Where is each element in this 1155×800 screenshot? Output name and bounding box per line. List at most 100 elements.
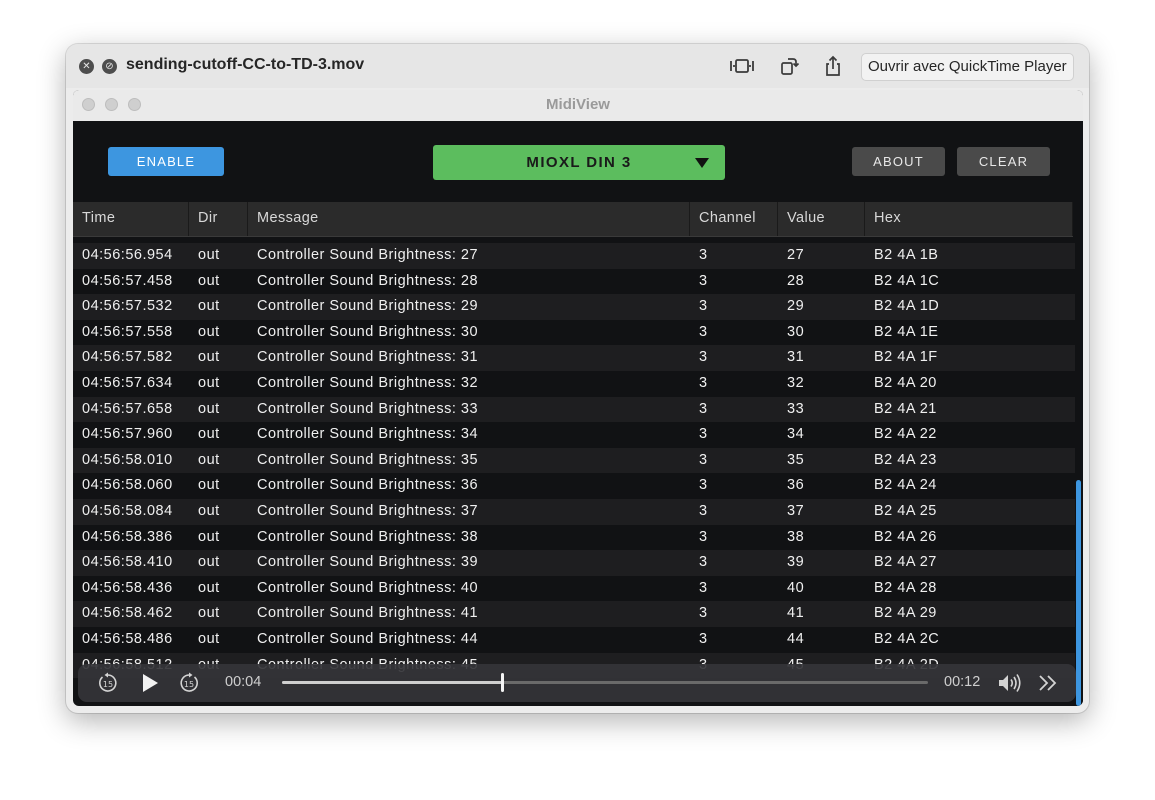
rotate-icon[interactable] [778, 55, 802, 77]
table-row[interactable]: 04:56:58.386 out Controller Sound Brightne… [73, 524, 1075, 551]
midiview-window: MidiView ENABLE MIOXL DIN 3 ABOUT CLEAR … [73, 90, 1083, 706]
table-row[interactable]: 04:56:58.084 out Controller Sound Brightne… [73, 499, 1075, 525]
about-button[interactable]: ABOUT [852, 147, 945, 176]
fast-forward-icon[interactable] [1037, 673, 1059, 698]
cell-value: 31 [787, 349, 805, 366]
cell-hex: B2 4A 26 [874, 528, 937, 545]
table-row[interactable]: 04:56:58.486 out Controller Sound Brightne… [73, 627, 1075, 653]
cell-time: 04:56:57.458 [82, 272, 173, 289]
progress-scrubber[interactable] [282, 673, 928, 692]
quicklook-titlebar: ✕ ⊘ sending-cutoff-CC-to-TD-3.mov Ouvrir… [66, 44, 1089, 88]
clear-button[interactable]: CLEAR [957, 147, 1050, 176]
progress-fill [282, 681, 502, 684]
cell-channel: 3 [699, 477, 708, 494]
column-header-value[interactable]: Value [778, 202, 865, 236]
cell-value: 34 [787, 426, 805, 443]
cell-channel: 3 [699, 528, 708, 545]
cell-hex: B2 4A 25 [874, 503, 937, 519]
cell-value: 39 [787, 554, 805, 571]
table-row[interactable]: 04:56:57.558 out Controller Sound Brightne… [73, 319, 1075, 346]
enable-button[interactable]: ENABLE [108, 147, 224, 176]
column-header-time[interactable]: Time [73, 202, 189, 236]
play-icon[interactable] [140, 672, 160, 699]
open-with-quicktime-button[interactable]: Ouvrir avec QuickTime Player [861, 53, 1074, 81]
cell-value: 27 [787, 247, 805, 263]
hide-icon[interactable]: ⊘ [102, 59, 117, 74]
cell-hex: B2 4A 1B [874, 247, 939, 263]
cell-message: Controller Sound Brightness: 37 [257, 503, 479, 519]
midi-message-table: Time Dir Message Channel Value Hex 04:56… [73, 202, 1083, 706]
cell-time: 04:56:57.634 [82, 375, 173, 391]
cell-message: Controller Sound Brightness: 41 [257, 605, 479, 622]
cell-message: Controller Sound Brightness: 35 [257, 451, 479, 468]
skip-back-label: 15 [103, 680, 113, 689]
progress-knob[interactable] [500, 673, 504, 692]
scrollbar-thumb[interactable] [1076, 480, 1081, 706]
table-row[interactable]: 04:56:57.634 out Controller Sound Brightne… [73, 371, 1075, 397]
trim-icon[interactable] [729, 55, 754, 77]
cell-dir: out [198, 323, 220, 340]
table-row[interactable]: 04:56:57.582 out Controller Sound Brightne… [73, 345, 1075, 371]
cell-time: 04:56:57.532 [82, 298, 173, 315]
midi-device-label: MIOXL DIN 3 [526, 154, 632, 171]
table-row[interactable]: 04:56:58.410 out Controller Sound Brightne… [73, 550, 1075, 576]
midiview-titlebar: MidiView [73, 90, 1083, 122]
column-header-message[interactable]: Message [248, 202, 690, 236]
cell-message: Controller Sound Brightness: 28 [257, 272, 479, 289]
cell-hex: B2 4A 1D [874, 298, 940, 315]
cell-message: Controller Sound Brightness: 44 [257, 631, 479, 647]
quicklook-window: ✕ ⊘ sending-cutoff-CC-to-TD-3.mov Ouvrir… [66, 44, 1089, 713]
column-header-hex[interactable]: Hex [865, 202, 1073, 236]
cell-hex: B2 4A 28 [874, 579, 937, 596]
cell-dir: out [198, 605, 220, 622]
cell-message: Controller Sound Brightness: 31 [257, 349, 479, 366]
column-header-channel[interactable]: Channel [690, 202, 778, 236]
share-icon[interactable] [822, 55, 846, 77]
cell-time: 04:56:58.462 [82, 605, 173, 622]
table-row[interactable]: 04:56:58.010 out Controller Sound Brightne… [73, 447, 1075, 474]
cell-message: Controller Sound Brightness: 39 [257, 554, 479, 571]
midi-device-select[interactable]: MIOXL DIN 3 [433, 145, 725, 180]
cell-value: 40 [787, 579, 805, 596]
cell-channel: 3 [699, 451, 708, 468]
cell-dir: out [198, 631, 220, 647]
skip-forward-icon[interactable]: 15 [177, 671, 201, 700]
column-header-dir[interactable]: Dir [189, 202, 248, 236]
cell-time: 04:56:57.582 [82, 349, 173, 366]
table-row[interactable]: 04:56:57.658 out Controller Sound Brightne… [73, 396, 1075, 423]
cell-dir: out [198, 528, 220, 545]
cell-message: Controller Sound Brightness: 32 [257, 375, 479, 391]
table-row[interactable]: 04:56:58.060 out Controller Sound Brightne… [73, 473, 1075, 499]
cell-channel: 3 [699, 605, 708, 622]
cell-hex: B2 4A 24 [874, 477, 937, 494]
cell-dir: out [198, 247, 220, 263]
toolbar: ENABLE MIOXL DIN 3 ABOUT CLEAR [73, 121, 1083, 202]
table-row[interactable]: 04:56:57.960 out Controller Sound Brightne… [73, 422, 1075, 448]
remaining-time: 00:12 [944, 674, 981, 690]
cell-time: 04:56:58.010 [82, 451, 173, 468]
cell-value: 37 [787, 503, 805, 519]
cell-dir: out [198, 426, 220, 443]
cell-channel: 3 [699, 426, 708, 443]
cell-message: Controller Sound Brightness: 38 [257, 528, 479, 545]
table-row[interactable]: 04:56:58.462 out Controller Sound Brightne… [73, 601, 1075, 627]
cell-time: 04:56:58.060 [82, 477, 173, 494]
cell-hex: B2 4A 1F [874, 349, 938, 366]
cell-dir: out [198, 451, 220, 468]
cell-value: 41 [787, 605, 805, 622]
cell-message: Controller Sound Brightness: 33 [257, 400, 479, 417]
cell-message: Controller Sound Brightness: 27 [257, 247, 479, 263]
cell-channel: 3 [699, 579, 708, 596]
file-title: sending-cutoff-CC-to-TD-3.mov [126, 56, 365, 73]
close-icon[interactable]: ✕ [79, 59, 94, 74]
table-row[interactable]: 04:56:57.458 out Controller Sound Brightne… [73, 268, 1075, 295]
table-row[interactable]: 04:56:57.532 out Controller Sound Brightne… [73, 294, 1075, 320]
cell-hex: B2 4A 29 [874, 605, 937, 622]
skip-back-icon[interactable]: 15 [96, 671, 120, 700]
cell-time: 04:56:57.658 [82, 400, 173, 417]
table-row[interactable]: 04:56:58.436 out Controller Sound Brightne… [73, 575, 1075, 602]
cell-dir: out [198, 554, 220, 571]
table-row[interactable]: 04:56:56.954 out Controller Sound Brightne… [73, 243, 1075, 269]
volume-icon[interactable] [997, 672, 1023, 699]
cell-time: 04:56:58.386 [82, 528, 173, 545]
